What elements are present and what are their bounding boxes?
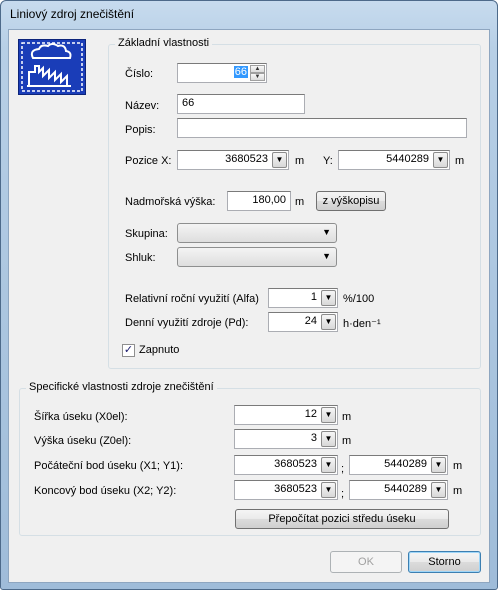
- pd-unit: h·den⁻¹: [343, 318, 381, 330]
- chevron-down-icon[interactable]: ▼: [431, 457, 446, 473]
- koncovy-x-value: 3680523: [274, 483, 317, 495]
- factory-smoke-icon: [18, 39, 86, 95]
- popis-input[interactable]: [177, 118, 467, 138]
- pozice-y-input[interactable]: 5440289 ▼: [338, 150, 450, 170]
- koncovy-label: Koncový bod úseku (X2; Y2):: [34, 485, 177, 497]
- koncovy-y-value: 5440289: [384, 483, 427, 495]
- pocatecni-y-value: 5440289: [384, 458, 427, 470]
- sirka-value: 12: [304, 408, 317, 420]
- chevron-down-icon[interactable]: ▼: [433, 152, 448, 168]
- pozice-y-unit: m: [455, 155, 465, 167]
- chevron-down-icon[interactable]: ▼: [321, 290, 336, 306]
- zapnuto-checkbox[interactable]: ✓: [122, 344, 135, 357]
- alfa-value: 1: [310, 291, 317, 303]
- chevron-down-icon[interactable]: ▼: [321, 407, 336, 423]
- pozice-y-label: Y:: [323, 155, 333, 167]
- nazev-input[interactable]: 66: [177, 94, 305, 114]
- pd-value: 24: [304, 315, 317, 327]
- cislo-spinner[interactable]: 66 ▲ ▼: [177, 63, 267, 83]
- spin-down-icon[interactable]: ▼: [250, 73, 265, 81]
- vyska-label: Nadmořská výška:: [125, 196, 216, 208]
- pocatecni-y-input[interactable]: 5440289 ▼: [349, 455, 448, 475]
- alfa-unit: %/100: [343, 293, 375, 305]
- cancel-button[interactable]: Storno: [408, 551, 481, 573]
- koncovy-y-input[interactable]: 5440289 ▼: [349, 480, 448, 500]
- vyska-useku-input[interactable]: 3 ▼: [234, 429, 338, 449]
- shluk-label: Shluk:: [125, 252, 156, 264]
- skupina-select[interactable]: ▼: [177, 223, 337, 243]
- koncovy-separator: ;: [341, 488, 345, 500]
- vyska-useku-unit: m: [342, 435, 352, 447]
- chevron-down-icon[interactable]: ▼: [431, 482, 446, 498]
- pozice-x-value: 3680523: [225, 153, 268, 165]
- skupina-label: Skupina:: [125, 228, 168, 240]
- popis-label: Popis:: [125, 124, 156, 136]
- dialog-client-area: Základní vlastnosti Číslo: 66 ▲ ▼ Název:…: [8, 29, 490, 583]
- pd-input[interactable]: 24 ▼: [268, 312, 338, 332]
- pozice-x-input[interactable]: 3680523 ▼: [177, 150, 289, 170]
- shluk-select[interactable]: ▼: [177, 247, 337, 267]
- nazev-label: Název:: [125, 100, 160, 112]
- window-title: Liniový zdroj znečištění: [10, 7, 135, 21]
- basic-properties-title: Základní vlastnosti: [115, 37, 213, 49]
- chevron-down-icon[interactable]: ▼: [321, 457, 336, 473]
- vyska-useku-label: Výška úseku (Z0el):: [34, 435, 132, 447]
- title-bar[interactable]: Liniový zdroj znečištění: [1, 1, 497, 29]
- alfa-input[interactable]: 1 ▼: [268, 288, 338, 308]
- pocatecni-x-value: 3680523: [274, 458, 317, 470]
- chevron-down-icon: ▼: [322, 227, 331, 237]
- chevron-down-icon[interactable]: ▼: [272, 152, 287, 168]
- prepocitat-button[interactable]: Přepočítat pozici středu úseku: [235, 509, 449, 529]
- sirka-label: Šířka úseku (X0el):: [34, 411, 128, 423]
- pozice-x-unit: m: [295, 155, 305, 167]
- chevron-down-icon[interactable]: ▼: [321, 482, 336, 498]
- cislo-label: Číslo:: [125, 68, 154, 80]
- chevron-down-icon[interactable]: ▼: [321, 314, 336, 330]
- vyska-input[interactable]: 180,00: [227, 191, 291, 211]
- vyskopis-button[interactable]: z výškopisu: [316, 191, 386, 211]
- pocatecni-x-input[interactable]: 3680523 ▼: [234, 455, 338, 475]
- dialog-window: Liniový zdroj znečištění Základní vlastn…: [0, 0, 498, 590]
- koncovy-unit: m: [453, 485, 463, 497]
- specific-properties-title: Specifické vlastnosti zdroje znečištění: [26, 381, 217, 393]
- pocatecni-label: Počáteční bod úseku (X1; Y1):: [34, 460, 183, 472]
- cislo-value: 66: [233, 66, 248, 78]
- vyska-useku-value: 3: [310, 432, 317, 444]
- ok-button[interactable]: OK: [330, 551, 402, 573]
- pozice-x-label: Pozice X:: [125, 155, 172, 167]
- alfa-label: Relativní roční využití (Alfa): [125, 293, 259, 305]
- pocatecni-unit: m: [453, 460, 463, 472]
- sirka-input[interactable]: 12 ▼: [234, 405, 338, 425]
- vyska-unit: m: [295, 196, 305, 208]
- spin-up-icon[interactable]: ▲: [250, 65, 265, 73]
- koncovy-x-input[interactable]: 3680523 ▼: [234, 480, 338, 500]
- chevron-down-icon: ▼: [322, 251, 331, 261]
- pocatecni-separator: ;: [341, 463, 345, 475]
- pd-label: Denní využití zdroje (Pd):: [125, 317, 249, 329]
- chevron-down-icon[interactable]: ▼: [321, 431, 336, 447]
- sirka-unit: m: [342, 411, 352, 423]
- pozice-y-value: 5440289: [386, 153, 429, 165]
- zapnuto-label: Zapnuto: [139, 344, 180, 356]
